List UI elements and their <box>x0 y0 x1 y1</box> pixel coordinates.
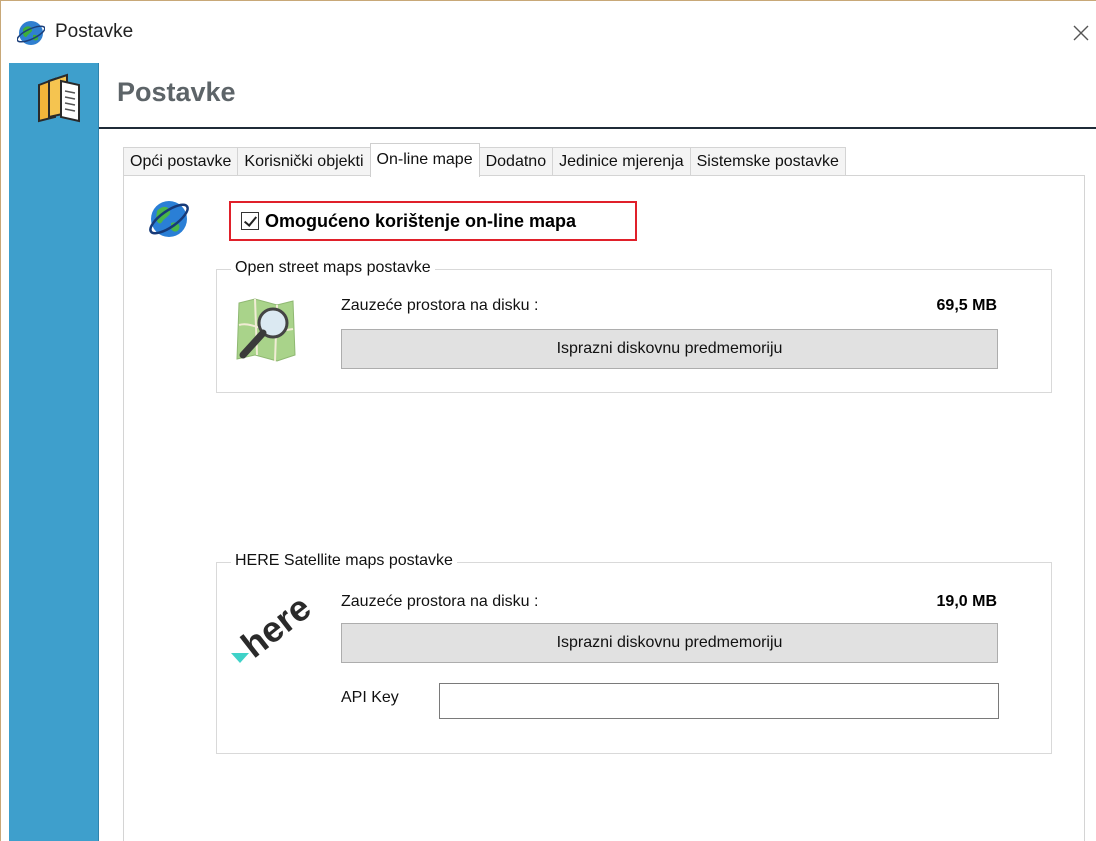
title-bar[interactable]: Postavke <box>1 1 1096 63</box>
here-disk-usage-value: 19,0 MB <box>936 593 997 610</box>
svg-text:here: here <box>233 587 313 663</box>
settings-window: Postavke Postavke Opći postavke Korisnič… <box>0 0 1096 841</box>
here-clear-cache-button[interactable]: Isprazni diskovnu predmemoriju <box>341 623 998 663</box>
osm-disk-usage-label: Zauzeće prostora na disku : <box>341 297 539 314</box>
close-icon <box>1073 25 1089 41</box>
tab-dodatno[interactable]: Dodatno <box>478 147 554 177</box>
osm-group-legend: Open street maps postavke <box>231 259 435 277</box>
tab-sistemske-postavke[interactable]: Sistemske postavke <box>689 147 846 177</box>
tab-bar: Opći postavke Korisnički objekti On-line… <box>123 143 846 177</box>
page-title: Postavke <box>117 77 236 107</box>
enable-online-maps-label: Omogućeno korištenje on-line mapa <box>265 210 577 231</box>
api-key-label: API Key <box>341 689 399 706</box>
tab-korisnicki-objekti[interactable]: Korisnički objekti <box>237 147 371 177</box>
internet-globe-icon <box>149 201 189 237</box>
tab-jedinice-mjerenja[interactable]: Jedinice mjerenja <box>552 147 691 177</box>
enable-online-maps-checkbox[interactable]: Omogućeno korištenje on-line mapa <box>229 201 637 241</box>
folder-book-icon <box>38 73 80 123</box>
openstreetmap-logo-icon <box>236 298 296 362</box>
tab-opci-postavke[interactable]: Opći postavke <box>123 147 239 177</box>
globe-icon <box>17 21 45 45</box>
here-group-legend: HERE Satellite maps postavke <box>231 552 457 570</box>
here-maps-logo-icon: here <box>231 587 313 663</box>
close-button[interactable] <box>1065 15 1096 51</box>
api-key-input[interactable] <box>439 683 999 719</box>
sidebar-strip <box>9 63 99 841</box>
osm-disk-usage-value: 69,5 MB <box>936 297 997 314</box>
header: Postavke <box>99 63 1096 129</box>
osm-clear-cache-button[interactable]: Isprazni diskovnu predmemoriju <box>341 329 998 369</box>
here-disk-usage-label: Zauzeće prostora na disku : <box>341 593 539 610</box>
window-title: Postavke <box>55 21 134 42</box>
tab-on-line-mape[interactable]: On-line mape <box>369 143 480 177</box>
checkbox-checked[interactable] <box>241 212 259 230</box>
